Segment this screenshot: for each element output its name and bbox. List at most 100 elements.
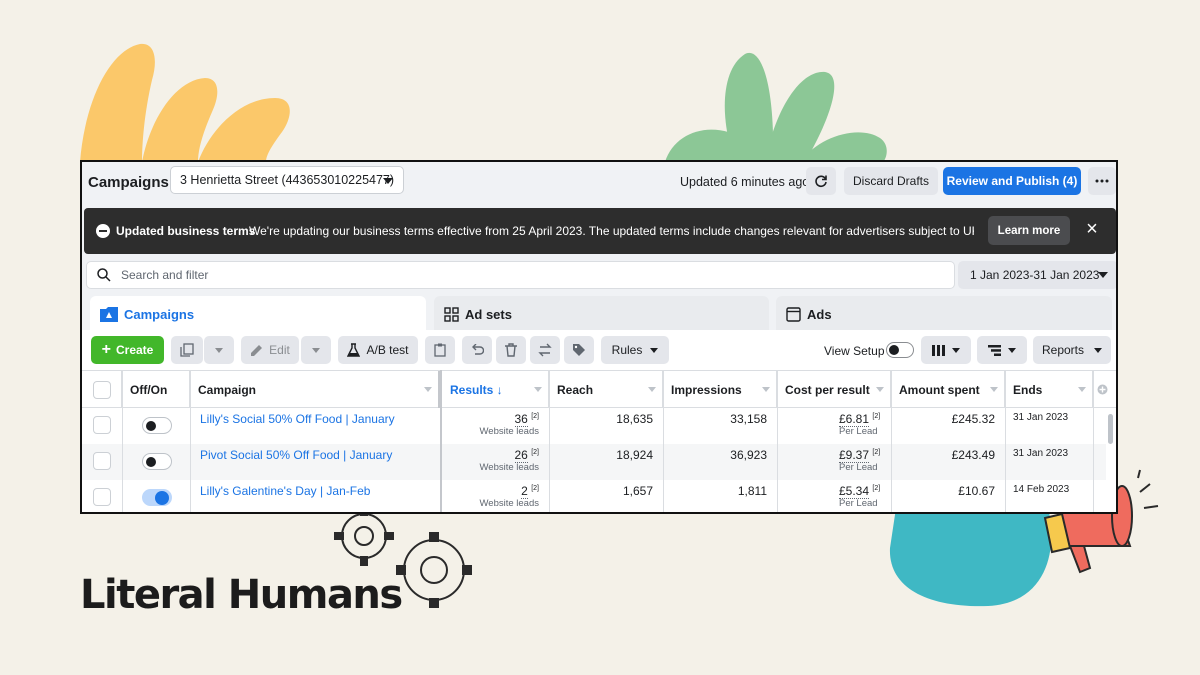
impressions-cell: 33,158 (730, 412, 767, 426)
refresh-button[interactable] (806, 167, 836, 195)
column-divider (1093, 370, 1094, 512)
banner-text: We're updating our business terms effect… (249, 224, 974, 238)
reach-cell: 1,657 (622, 484, 653, 498)
tab-ad-sets[interactable]: Ad sets (434, 296, 769, 332)
cost-per-result-cell: £5.34 [2] Per Lead (777, 480, 891, 512)
header-impressions[interactable]: Impressions (663, 371, 777, 408)
clipboard-icon (434, 343, 446, 357)
campaign-toggle[interactable] (142, 453, 172, 470)
duplicate-dropdown[interactable] (204, 336, 234, 364)
undo-button[interactable] (462, 336, 492, 364)
updated-status: Updated 6 minutes ago (680, 175, 810, 189)
table-row[interactable]: Pivot Social 50% Off Food | January 26 [2… (82, 444, 1106, 480)
header-results-label: Results ↓ (450, 382, 503, 397)
reports-button[interactable]: Reports (1033, 336, 1111, 364)
header-ends[interactable]: Ends (1005, 371, 1093, 408)
close-icon[interactable]: × (1082, 219, 1102, 239)
results-footnote: [2] (531, 413, 539, 420)
minus-circle-icon (96, 224, 110, 238)
reach-cell: 18,635 (616, 412, 653, 426)
chevron-down-icon (952, 347, 960, 353)
impressions-cell: 36,923 (730, 448, 767, 462)
header-campaign-label: Campaign (198, 382, 257, 397)
columns-button[interactable] (921, 336, 971, 364)
discard-drafts-button[interactable]: Discard Drafts (844, 167, 938, 195)
header-campaign[interactable]: Campaign (190, 371, 440, 408)
more-options-button[interactable] (1088, 167, 1116, 195)
review-publish-button[interactable]: Review and Publish (4) (943, 167, 1081, 195)
column-divider (777, 370, 778, 512)
search-placeholder: Search and filter (121, 268, 209, 282)
cost-per-result-cell: £6.81 [2] Per Lead (777, 408, 891, 444)
breakdown-icon (988, 344, 1001, 356)
campaign-toggle[interactable] (142, 489, 172, 506)
banner-title: Updated business terms (116, 224, 256, 238)
campaign-toggle[interactable] (142, 417, 172, 434)
cpr-footnote: [2] (872, 413, 881, 420)
campaign-name-link[interactable]: Pivot Social 50% Off Food | January (190, 444, 440, 480)
cpr-type: Per Lead (839, 462, 878, 473)
tab-label: Campaigns (124, 306, 195, 322)
search-icon (97, 268, 111, 282)
ends-cell: 31 Jan 2023 (1013, 448, 1069, 459)
column-divider (190, 370, 191, 512)
header-ends-label: Ends (1013, 382, 1043, 397)
teal-blob-illustration (889, 508, 1052, 607)
date-range-picker[interactable]: 1 Jan 2023-31 Jan 2023 (958, 261, 1116, 289)
row-checkbox[interactable] (93, 452, 111, 470)
header-off-on[interactable]: Off/On (122, 371, 190, 408)
ab-test-button[interactable]: A/B test (338, 336, 418, 364)
create-button[interactable]: + Create (91, 336, 164, 364)
results-cell: 26 [2] Website leads (442, 444, 549, 480)
view-setup-toggle[interactable] (886, 342, 914, 358)
column-divider (549, 370, 550, 512)
header-cost-per-result[interactable]: Cost per result (777, 371, 891, 408)
campaign-name-link[interactable]: Lilly's Galentine's Day | Jan-Feb (190, 480, 440, 512)
row-checkbox[interactable] (93, 488, 111, 506)
row-select-cell (82, 408, 122, 444)
campaign-name-link[interactable]: Lilly's Social 50% Off Food | January (190, 408, 440, 444)
create-label: Create (115, 343, 154, 357)
tag-button[interactable] (564, 336, 594, 364)
table-scrollbar[interactable] (1108, 414, 1113, 444)
plus-icon: + (101, 341, 111, 358)
column-divider (663, 370, 664, 512)
column-divider (1005, 370, 1006, 512)
page-title: Campaigns (88, 173, 169, 191)
chevron-down-icon (383, 178, 393, 184)
amount-spent-cell: £243.49 (951, 448, 995, 462)
tab-label: Ad sets (465, 306, 512, 322)
table-row[interactable]: Lilly's Social 50% Off Food | January 36 … (82, 408, 1106, 444)
edit-button[interactable]: Edit (241, 336, 299, 364)
header-reach[interactable]: Reach (549, 371, 663, 408)
row-checkbox[interactable] (93, 416, 111, 434)
results-value: 36 (514, 412, 528, 427)
add-column-button[interactable] (1093, 371, 1116, 408)
search-input[interactable]: Search and filter (86, 261, 955, 289)
undo-icon (472, 344, 484, 355)
results-value: 2 (521, 484, 528, 499)
delete-button[interactable] (496, 336, 526, 364)
ends-cell: 14 Feb 2023 (1013, 484, 1070, 495)
edit-dropdown[interactable] (301, 336, 331, 364)
tab-label: Ads (807, 306, 832, 322)
campaigns-table: Off/On Campaign Results ↓ Reach Impressi… (82, 370, 1116, 512)
learn-more-button[interactable]: Learn more (988, 216, 1070, 245)
rules-button[interactable]: Rules (601, 336, 669, 364)
flask-icon (347, 343, 361, 357)
impressions-cell: 1,811 (737, 484, 767, 498)
clipboard-button[interactable] (425, 336, 455, 364)
header-amount-spent[interactable]: Amount spent (891, 371, 1005, 408)
table-row[interactable]: Lilly's Galentine's Day | Jan-Feb 2 [2] We… (82, 480, 1106, 512)
header-results[interactable]: Results ↓ (442, 371, 549, 408)
column-divider (122, 370, 123, 512)
chevron-down-icon (1078, 387, 1086, 392)
view-setup-label: View Setup (824, 344, 885, 358)
tab-campaigns[interactable]: Campaigns (90, 296, 426, 332)
tab-ads[interactable]: Ads (776, 296, 1112, 332)
select-all-checkbox[interactable] (92, 380, 111, 399)
export-button[interactable] (530, 336, 560, 364)
duplicate-button[interactable] (171, 336, 203, 364)
account-selector[interactable]: 3 Henrietta Street (443653010225477) (170, 166, 404, 194)
breakdown-button[interactable] (977, 336, 1027, 364)
